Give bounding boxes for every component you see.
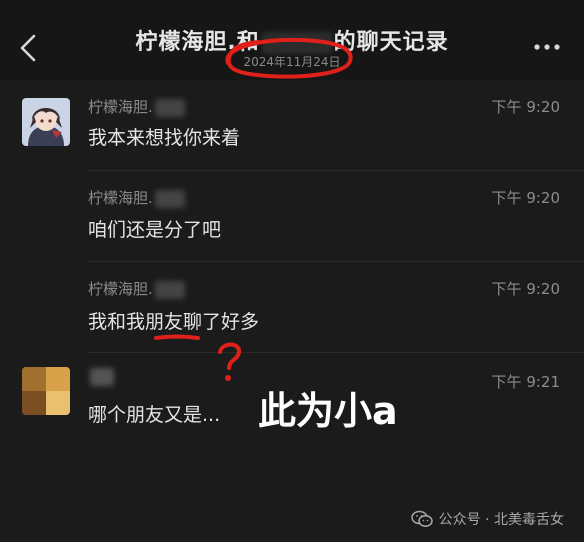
title-left: 柠檬海胆.和 [135,30,260,55]
message-text: 我和我朋友聊了好多 [88,311,260,333]
message-time: 下午 9:21 [491,373,560,391]
avatar[interactable] [22,367,70,415]
censored-avatar-icon [22,367,70,415]
title-right: 的聊天记录 [333,30,449,55]
watermark-text: 公众号 · 北美毒舌女 [438,512,564,528]
message-item[interactable]: 柠檬海胆. 下午 9:20 咱们还是分了吧 [0,171,584,261]
wechat-icon [410,510,433,527]
header-bar: 柠檬海胆.和 的聊天记录 2024年11月24日 [0,0,584,80]
sender-name [88,367,114,386]
censored-sender [154,280,185,299]
message-item[interactable]: 柠檬海胆. 下午 9:20 我和我朋友聊了好多 [0,262,584,352]
censored-sender [154,98,185,117]
message-time: 下午 9:20 [491,280,560,298]
chat-date: 2024年11月24日 [243,55,341,69]
censored-sender [90,367,114,386]
censored-sender [154,189,185,208]
message-time: 下午 9:20 [491,98,560,116]
censored-name [261,32,332,54]
chat-history-screen: 柠檬海胆.和 的聊天记录 2024年11月24日 柠檬海胆. 下午 9:20 我… [0,0,584,542]
annotation-label: 此为小a [258,389,398,433]
message-item[interactable]: 柠檬海胆. 下午 9:20 我本来想找你来着 [0,80,584,170]
message-text: 哪个朋友又是... [88,404,221,426]
avatar[interactable] [22,98,70,146]
watermark: 公众号 · 北美毒舌女 [410,509,564,529]
sender-name: 柠檬海胆. [88,187,185,208]
page-title: 柠檬海胆.和 的聊天记录 [0,24,584,56]
message-text: 咱们还是分了吧 [88,219,222,241]
more-options-icon[interactable] [532,40,562,54]
sender-name: 柠檬海胆. [88,278,185,299]
anime-avatar-icon [22,98,70,146]
message-time: 下午 9:20 [491,189,560,207]
sender-name: 柠檬海胆. [88,96,185,117]
message-text: 我本来想找你来着 [88,127,241,149]
